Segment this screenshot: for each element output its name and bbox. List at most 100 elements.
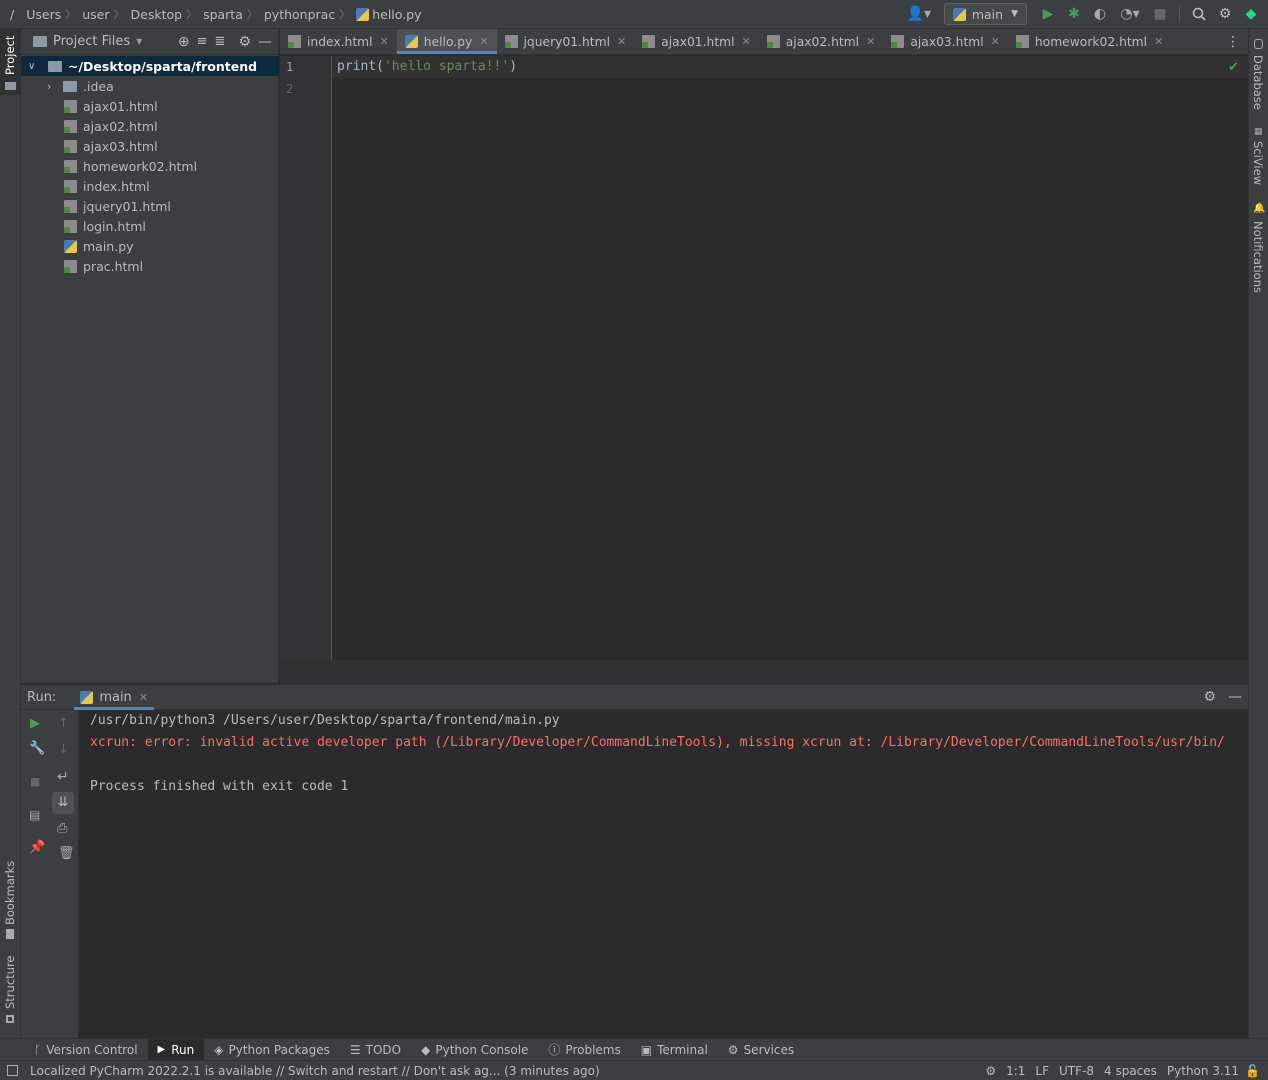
layout-icon[interactable]: ▤ xyxy=(29,808,40,822)
rerun-icon[interactable]: ▶ xyxy=(30,716,40,731)
structure-tool-button[interactable]: Structure xyxy=(0,956,20,1029)
terminal-tool-button[interactable]: ▣ Terminal xyxy=(631,1039,718,1061)
tree-item-idea-folder[interactable]: › .idea xyxy=(21,76,279,96)
project-tool-button[interactable]: Project xyxy=(0,29,20,95)
code-editor[interactable] xyxy=(332,56,1248,660)
tab-ajax03-html[interactable]: ajax03.html ✕ xyxy=(883,29,1008,54)
breadcrumb-desktop[interactable]: Desktop 〉 xyxy=(131,6,204,22)
run-tab-main[interactable]: main ✕ xyxy=(74,684,155,710)
close-icon[interactable]: ✕ xyxy=(1154,35,1163,48)
tree-item-file[interactable]: ajax03.html xyxy=(21,136,279,156)
file-encoding[interactable]: UTF-8 xyxy=(1059,1064,1094,1078)
todo-tool-button[interactable]: ☰ TODO xyxy=(340,1039,411,1061)
tab-homework02-html[interactable]: homework02.html ✕ xyxy=(1008,29,1171,54)
tab-label: ajax02.html xyxy=(785,34,860,49)
chevron-down-icon[interactable]: ▼ xyxy=(136,37,142,46)
tree-item-file[interactable]: ajax02.html xyxy=(21,116,279,136)
version-control-tool-button[interactable]: ᚴ Version Control xyxy=(24,1039,148,1061)
python-console-tool-button[interactable]: ◆ Python Console xyxy=(411,1039,538,1061)
gear-icon[interactable]: ⚙ xyxy=(1214,3,1236,25)
editor-horizontal-scrollbar[interactable] xyxy=(280,660,1248,683)
scroll-to-end-icon[interactable]: ⇊ xyxy=(52,792,74,814)
run-configuration-select[interactable]: main ▼ xyxy=(943,3,1027,25)
scroll-down-icon[interactable]: ↓ xyxy=(58,742,69,757)
debug-icon[interactable]: ✱ xyxy=(1063,3,1085,25)
tree-item-file[interactable]: login.html xyxy=(21,216,279,236)
background-tasks-icon[interactable]: ⚙ xyxy=(985,1064,996,1078)
code-paren: ) xyxy=(509,59,518,74)
breadcrumb-users[interactable]: Users 〉 xyxy=(26,6,82,22)
close-icon[interactable]: ✕ xyxy=(742,35,751,48)
database-tool-button[interactable]: Database xyxy=(1249,37,1268,110)
coverage-icon[interactable]: ◐ xyxy=(1089,3,1111,25)
close-icon[interactable]: ✕ xyxy=(139,691,148,704)
tree-item-file[interactable]: main.py xyxy=(21,236,279,256)
breadcrumb-user[interactable]: user 〉 xyxy=(82,6,130,22)
tree-item-file[interactable]: index.html xyxy=(21,176,279,196)
run-console[interactable]: /usr/bin/python3 /Users/user/Desktop/spa… xyxy=(79,710,1248,1038)
scroll-up-icon[interactable]: ↑ xyxy=(58,716,69,731)
python-packages-tool-button[interactable]: ◈ Python Packages xyxy=(204,1039,340,1061)
more-tabs-icon[interactable]: ⋮ xyxy=(1226,29,1248,54)
tab-ajax02-html[interactable]: ajax02.html ✕ xyxy=(759,29,884,54)
user-account-icon[interactable]: 👤▾ xyxy=(904,3,934,25)
gear-icon[interactable]: ⚙ xyxy=(1203,689,1216,705)
sciview-tool-button[interactable]: ▦ SciView xyxy=(1249,125,1268,187)
soft-wrap-icon[interactable]: ↵ xyxy=(57,769,69,785)
close-icon[interactable]: ✕ xyxy=(380,35,389,48)
services-tool-button[interactable]: ⚙ Services xyxy=(718,1039,804,1061)
line-separator[interactable]: LF xyxy=(1035,1064,1049,1078)
tab-jquery01-html[interactable]: jquery01.html ✕ xyxy=(497,29,635,54)
locate-file-icon[interactable]: ⊕ xyxy=(178,34,190,50)
status-message[interactable]: Localized PyCharm 2022.2.1 is available … xyxy=(30,1064,600,1078)
hide-panel-icon[interactable]: — xyxy=(258,34,272,50)
breadcrumb-file[interactable]: hello.py xyxy=(356,7,422,22)
trash-icon[interactable]: 🗑 xyxy=(58,846,75,861)
expand-all-icon[interactable]: ≡ xyxy=(197,34,208,49)
lock-icon[interactable]: 🔓 xyxy=(1245,1064,1260,1078)
code-line-1[interactable]: print('hello sparta!!') xyxy=(337,59,517,74)
close-icon[interactable]: ✕ xyxy=(991,35,1000,48)
close-icon[interactable]: ✕ xyxy=(866,35,875,48)
run-tool-button[interactable]: ▶ Run xyxy=(147,1038,205,1061)
gear-icon[interactable]: ⚙ xyxy=(238,34,251,50)
collapse-all-icon[interactable]: ≣ xyxy=(215,34,226,49)
toggle-tool-windows-icon[interactable] xyxy=(7,1065,18,1076)
tree-item-file[interactable]: homework02.html xyxy=(21,156,279,176)
caret-position[interactable]: 1:1 xyxy=(1006,1064,1025,1078)
close-icon[interactable]: ✕ xyxy=(617,35,626,48)
chevron-right-icon[interactable]: › xyxy=(47,80,63,93)
notifications-tool-button[interactable]: 🔔 Notifications xyxy=(1249,203,1268,293)
profile-icon[interactable]: ◔▾ xyxy=(1115,3,1145,25)
list-icon: ☰ xyxy=(349,1042,361,1057)
indent-setting[interactable]: 4 spaces xyxy=(1104,1064,1157,1078)
wrench-icon[interactable]: 🔧 xyxy=(29,741,45,756)
tree-root-folder[interactable]: ∨ ~/Desktop/sparta/frontend xyxy=(21,56,279,76)
tree-item-file[interactable]: jquery01.html xyxy=(21,196,279,216)
chevron-down-icon[interactable]: ∨ xyxy=(28,61,44,72)
print-icon[interactable]: ⎙ xyxy=(57,821,67,836)
tree-item-file[interactable]: ajax01.html xyxy=(21,96,279,116)
tree-item-file[interactable]: prac.html xyxy=(21,256,279,276)
python-interpreter[interactable]: Python 3.11 xyxy=(1167,1064,1239,1078)
tab-ajax01-html[interactable]: ajax01.html ✕ xyxy=(634,29,759,54)
breadcrumb-pythonprac[interactable]: pythonprac 〉 xyxy=(264,6,356,22)
hide-panel-icon[interactable]: — xyxy=(1228,689,1242,705)
run-icon[interactable]: ▶ xyxy=(1037,3,1059,25)
tool-label: Run xyxy=(171,1042,195,1057)
tab-index-html[interactable]: index.html ✕ xyxy=(280,29,397,54)
close-icon[interactable]: ✕ xyxy=(479,35,488,48)
breadcrumb-root[interactable]: / xyxy=(10,7,14,22)
project-panel-title[interactable]: Project Files xyxy=(53,34,130,49)
inspection-ok-icon[interactable]: ✔ xyxy=(1228,60,1239,75)
breadcrumb-sparta[interactable]: sparta 〉 xyxy=(203,6,264,22)
python-file-icon xyxy=(404,35,418,48)
bookmarks-tool-button[interactable]: Bookmarks xyxy=(0,861,20,943)
problems-tool-button[interactable]: ⓘ Problems xyxy=(538,1039,630,1061)
pin-icon[interactable]: 📌 xyxy=(29,840,45,855)
tab-hello-py[interactable]: hello.py ✕ xyxy=(396,29,497,54)
search-icon[interactable] xyxy=(1188,3,1210,25)
tool-label: Python Packages xyxy=(228,1042,330,1057)
stop-icon[interactable]: ■ xyxy=(30,775,40,788)
stop-icon[interactable]: ■ xyxy=(1149,3,1171,25)
